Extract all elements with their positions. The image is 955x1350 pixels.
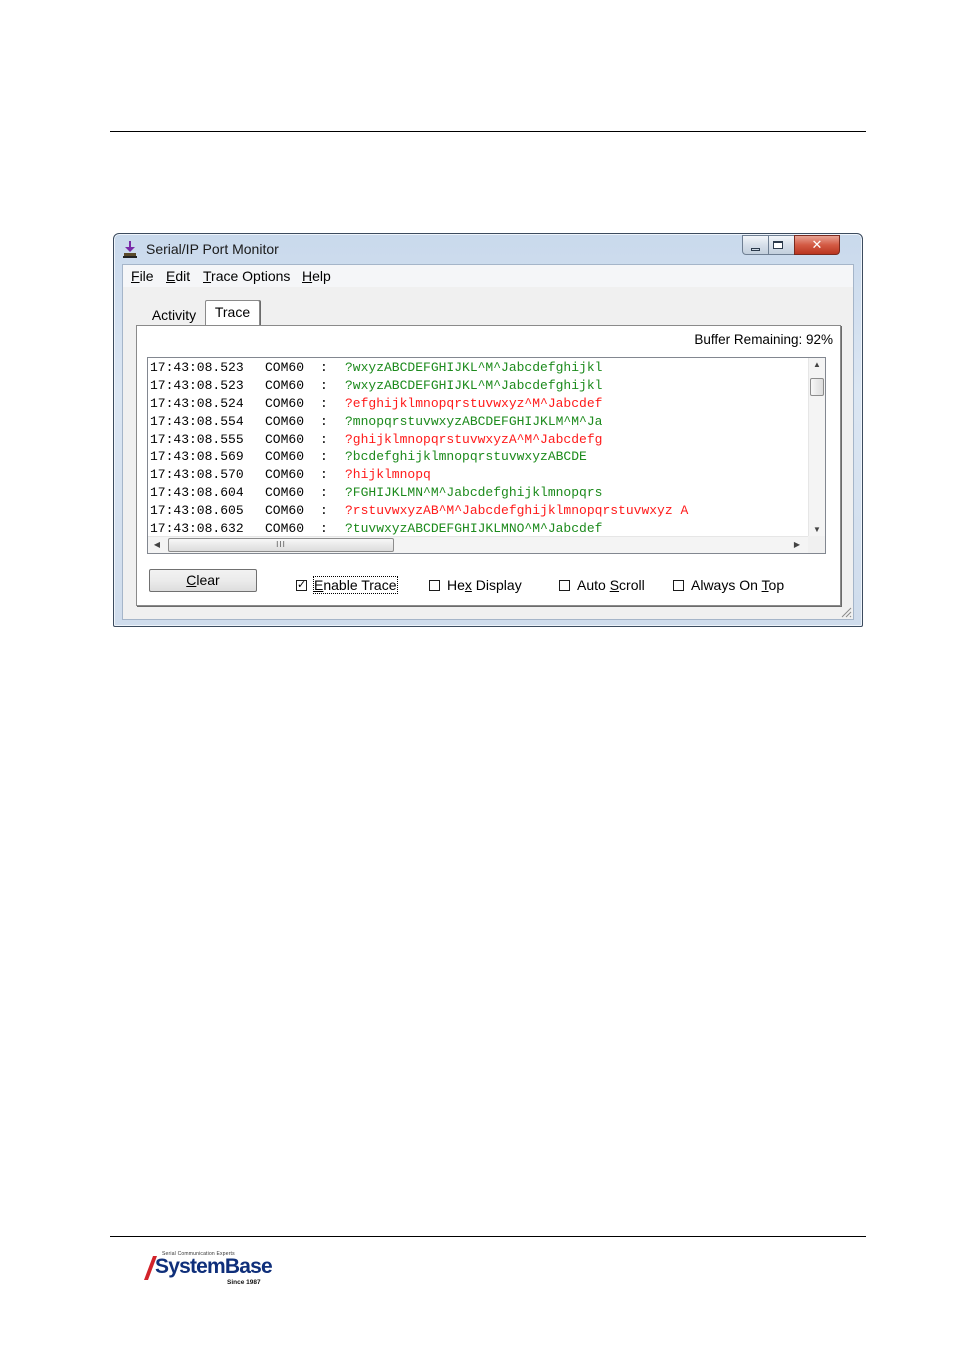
trace-separator: : — [320, 413, 328, 429]
hex-display-check-box[interactable] — [429, 579, 440, 591]
scroll-left-icon[interactable]: ◀ — [149, 540, 165, 549]
menu-bar: File Edit Trace Options Help — [123, 265, 853, 287]
trace-separator: : — [320, 431, 328, 447]
trace-port: COM60 — [265, 360, 305, 375]
auto-scroll-check-box[interactable] — [559, 579, 570, 591]
port-monitor-window: Serial/IP Port Monitor ✕ File Edit Trace… — [113, 233, 863, 627]
scroll-up-icon[interactable]: ▲ — [809, 360, 825, 369]
menu-file[interactable]: File — [131, 268, 154, 284]
menu-edit[interactable]: Edit — [166, 268, 190, 284]
trace-data: ?mnopqrstuvwxyzABCDEFGHIJKLM^M^Ja — [345, 413, 603, 429]
trace-row: 17:43:08.554 COM60: ?mnopqrstuvwxyzABCDEFG… — [150, 413, 805, 431]
trace-timestamp: 17:43:08.555 — [150, 431, 244, 447]
trace-port: COM60 — [265, 449, 305, 465]
trace-row: 17:43:08.569 COM60: ?bcdefghijklmnopqrstuv… — [150, 448, 805, 466]
menu-help[interactable]: Help — [302, 268, 331, 284]
trace-port: COM60 — [265, 467, 305, 483]
trace-separator: : — [320, 485, 328, 501]
trace-port: COM60 — [265, 503, 305, 519]
maximize-icon — [773, 241, 783, 249]
trace-port: COM60 — [265, 395, 305, 411]
trace-timestamp: 17:43:08.554 — [150, 413, 244, 429]
trace-separator: : — [320, 395, 328, 411]
trace-timestamp: 17:43:08.604 — [150, 485, 244, 501]
trace-timestamp: 17:43:08.569 — [150, 449, 244, 465]
systembase-logo: Serial Communication Experts SystemBase … — [144, 1250, 273, 1290]
logo-since: Since 1987 — [227, 1279, 261, 1286]
trace-timestamp: 17:43:08.523 — [150, 360, 244, 375]
vertical-scrollbar[interactable]: ▲ ▼ — [808, 358, 825, 536]
logo-name: SystemBase — [155, 1255, 273, 1278]
trace-data: ?rstuvwxyzAB^M^Jabcdefghijklmnopqrstuvwx… — [345, 503, 689, 519]
trace-data: ?efghijklmnopqrstuvwxyz^M^Jabcdef — [345, 395, 603, 411]
footer-rule — [110, 1236, 866, 1237]
trace-row: 17:43:08.555 COM60: ?ghijklmnopqrstuvwxyzA… — [150, 431, 805, 449]
trace-data: ?bcdefghijklmnopqrstuvwxyzABCDE — [345, 449, 587, 465]
enable-trace-check-icon[interactable]: ✓ — [296, 579, 307, 591]
trace-row: 17:43:08.570 COM60: ?hijklmnopq — [150, 466, 805, 484]
trace-separator: : — [320, 360, 328, 375]
minimize-button[interactable] — [742, 235, 769, 255]
window-title: Serial/IP Port Monitor — [146, 241, 279, 257]
auto-scroll-label: Auto Scroll — [577, 577, 645, 593]
trace-data: ?FGHIJKLMN^M^Jabcdefghijklmnopqrs — [345, 485, 603, 501]
trace-separator: : — [320, 377, 328, 393]
close-icon: ✕ — [811, 237, 823, 252]
header-rule — [110, 131, 866, 132]
enable-trace-checkbox[interactable]: ✓ Enable Trace — [296, 576, 398, 594]
trace-data: ?wxyzABCDEFGHIJKL^M^Jabcdefghijkl — [345, 377, 603, 393]
trace-port: COM60 — [265, 377, 305, 393]
always-on-top-label: Always On Top — [691, 577, 785, 593]
scroll-down-icon[interactable]: ▼ — [809, 525, 825, 534]
trace-row: 17:43:08.604 COM60: ?FGHIJKLMN^M^Jabcdefgh… — [150, 484, 805, 502]
menu-trace-options[interactable]: Trace Options — [203, 268, 290, 284]
maximize-button[interactable] — [768, 235, 795, 255]
resize-grip-icon[interactable] — [840, 606, 852, 618]
trace-rows: 17:43:08.523 COM60: ?wxyzABCDEFGHIJKL^M^Ja… — [150, 359, 805, 553]
trace-timestamp: 17:43:08.523 — [150, 377, 244, 393]
scrollbar-corner — [808, 536, 825, 553]
trace-separator: : — [320, 467, 328, 483]
trace-data: ?hijklmnopq — [345, 467, 431, 483]
hex-display-label: Hex Display — [447, 577, 522, 593]
trace-port: COM60 — [265, 413, 305, 429]
title-bar[interactable]: Serial/IP Port Monitor ✕ — [114, 234, 862, 264]
trace-panel: Buffer Remaining: 92% 17:43:08.523 COM60:… — [136, 325, 841, 606]
trace-timestamp: 17:43:08.524 — [150, 395, 244, 411]
close-button[interactable]: ✕ — [794, 235, 840, 255]
enable-trace-label: Enable Trace — [313, 576, 398, 594]
trace-separator: : — [320, 449, 328, 465]
app-download-icon — [123, 241, 137, 258]
trace-row: 17:43:08.523 COM60: ?wxyzABCDEFGHIJKL^M^Ja… — [150, 359, 805, 377]
trace-row: 17:43:08.605 COM60: ?rstuvwxyzAB^M^Jabcdef… — [150, 502, 805, 520]
hex-display-checkbox[interactable]: Hex Display — [429, 577, 522, 593]
trace-port: COM60 — [265, 431, 305, 447]
tab-trace[interactable]: Trace — [205, 300, 260, 326]
buffer-remaining: Buffer Remaining: 92% — [694, 332, 833, 347]
trace-data: ?ghijklmnopqrstuvwxyzA^M^Jabcdefg — [345, 431, 603, 447]
horizontal-scrollbar[interactable]: ◀ III ▶ — [148, 536, 825, 553]
vertical-scroll-thumb[interactable] — [810, 378, 824, 396]
trace-separator: : — [320, 503, 328, 519]
trace-row: 17:43:08.523 COM60: ?wxyzABCDEFGHIJKL^M^Ja… — [150, 377, 805, 395]
trace-timestamp: 17:43:08.570 — [150, 467, 244, 483]
trace-timestamp: 17:43:08.605 — [150, 503, 244, 519]
always-on-top-check-box[interactable] — [673, 579, 684, 591]
trace-log[interactable]: 17:43:08.523 COM60: ?wxyzABCDEFGHIJKL^M^Ja… — [147, 357, 826, 554]
tab-activity[interactable]: Activity — [145, 305, 203, 325]
minimize-icon — [751, 247, 760, 251]
trace-port: COM60 — [265, 485, 305, 501]
scroll-right-icon[interactable]: ▶ — [789, 540, 805, 549]
clear-button[interactable]: Clear — [149, 569, 257, 592]
always-on-top-checkbox[interactable]: Always On Top — [673, 577, 784, 593]
auto-scroll-checkbox[interactable]: Auto Scroll — [559, 577, 645, 593]
trace-data: ?wxyzABCDEFGHIJKL^M^Jabcdefghijkl — [345, 360, 603, 375]
window-client-area: File Edit Trace Options Help Activity Tr… — [122, 264, 854, 620]
horizontal-scroll-thumb[interactable]: III — [168, 538, 394, 552]
trace-row: 17:43:08.524 COM60: ?efghijklmnopqrstuvwxy… — [150, 395, 805, 413]
